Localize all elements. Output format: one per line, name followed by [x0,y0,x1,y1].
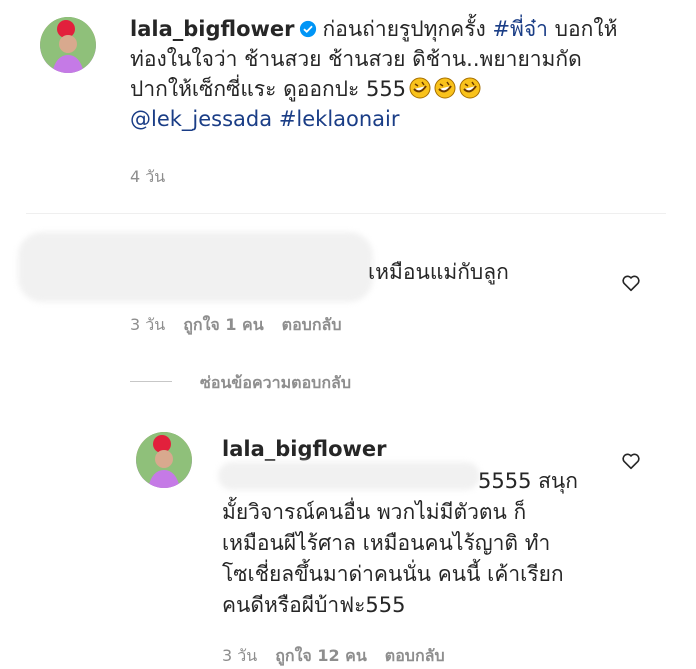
reply-button[interactable]: ตอบกลับ [282,315,342,334]
reply-reply-button[interactable]: ตอบกลับ [385,646,445,665]
heart-outline-icon[interactable] [620,450,642,472]
verified-badge-icon [299,20,316,38]
post-meta: 4 วัน [130,165,183,190]
hide-replies-line [130,381,172,382]
hashtag-link[interactable]: #พี่จ๋า [492,17,548,41]
reply-text: 5555 สนุก มั้ยวิจารณ์คนอื่น พวกไม่มีตัวต… [222,466,578,621]
hashtag-link-2[interactable]: #leklaonair [279,107,400,131]
heart-outline-icon[interactable] [620,272,642,294]
caption-text-3: ปากให้เซ็กซี่แระ ดูออกปะ 555 [130,77,407,101]
reply-text-5: คนดีหรือผีบ้าฟะ555 [222,593,406,617]
reply-text-4: โซเชี่ยลขึ้นมาด่าคนนั่น คนนี้ เค้าเรียก [222,562,564,586]
mention-link[interactable]: @lek_jessada [130,107,272,131]
caption-text-1-end: บอกให้ [554,17,618,41]
comment-time[interactable]: 3 วัน [130,315,165,334]
rofl-emoji-icon [434,77,456,99]
post-time[interactable]: 4 วัน [130,167,165,186]
post-username[interactable]: lala_bigflower [130,17,295,41]
reply-text-3: เหมือนผีไร้ศาล เหมือนคนไร้ญาติ ทำ [222,531,551,555]
reply-avatar[interactable] [136,432,192,488]
reply-likes[interactable]: ถูกใจ 12 คน [275,646,367,665]
rofl-emoji-icon [459,77,481,99]
post-caption: lala_bigflower ก่อนถ่ายรูปทุกครั้ง #พี่จ๋… [130,14,650,134]
caption-text-1: ก่อนถ่ายรูปทุกครั้ง [322,17,486,41]
redacted-avatar-username [18,232,373,302]
divider [26,213,666,214]
rofl-emoji-icon [409,77,431,99]
reply-text-1: 5555 สนุก [478,469,579,493]
comment-meta: 3 วัน ถูกใจ 1 คน ตอบกลับ [130,313,359,338]
comment-likes[interactable]: ถูกใจ 1 คน [183,315,263,334]
caption-text-2: ท่องในใจว่า ช้านสวย ช้านสวย ดิช้าน..พยาย… [130,47,582,71]
reply-time[interactable]: 3 วัน [222,646,257,665]
reply-username[interactable]: lala_bigflower [222,437,387,461]
reply-text-2: มั้ยวิจารณ์คนอื่น พวกไม่มีตัวตน ก็ [222,500,527,524]
hide-replies-button[interactable]: ซ่อนข้อความตอบกลับ [200,371,351,396]
comment-text: เหมือนแม่กับลูก [368,260,509,284]
post-avatar[interactable] [40,17,96,73]
reply-meta: 3 วัน ถูกใจ 12 คน ตอบกลับ [222,644,463,669]
